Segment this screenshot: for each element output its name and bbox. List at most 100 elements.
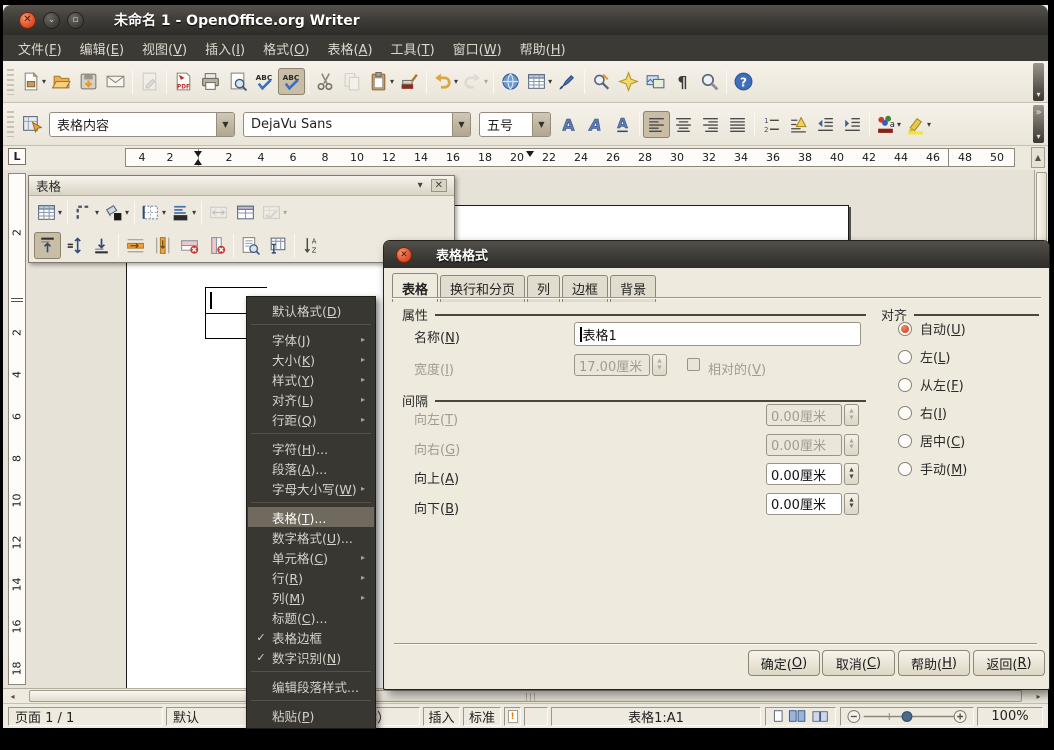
toolbar-menu-icon[interactable]: ▾ — [418, 180, 423, 191]
combo-dropdown-icon[interactable]: ▼ — [452, 112, 470, 136]
print-button[interactable] — [197, 68, 224, 95]
tt-sort-button[interactable]: AZ — [298, 232, 325, 259]
combo-dropdown-icon[interactable]: ▼ — [532, 112, 550, 136]
menu-item-caption[interactable]: 标题(C)... — [248, 607, 374, 627]
toolbar-options-icon[interactable]: ▾ — [1033, 62, 1044, 101]
menu-item-case[interactable]: 字母大小写(W) ▸ — [248, 478, 374, 498]
tt-align-top-button[interactable] — [34, 232, 61, 259]
dropdown-arrow-icon[interactable]: ▾ — [897, 120, 901, 129]
open-button[interactable] — [48, 68, 75, 95]
toolbar-grip[interactable] — [7, 68, 14, 95]
menu-item-character[interactable]: 字符(H)... — [248, 438, 374, 458]
dropdown-arrow-icon[interactable]: ▾ — [454, 77, 458, 86]
justify-button[interactable] — [724, 111, 751, 138]
menu-item-paste[interactable]: 粘贴(P) — [248, 705, 374, 725]
tt-center-vertical-button[interactable] — [61, 232, 88, 259]
radio-dot-icon[interactable] — [898, 461, 912, 476]
insert-table-button[interactable]: ▾ — [524, 68, 554, 95]
tt-insert-table-button[interactable]: ▾ — [34, 199, 64, 226]
dropdown-arrow-icon[interactable]: ▾ — [162, 208, 166, 217]
dropdown-arrow-icon[interactable]: ▾ — [548, 77, 552, 86]
menu-item-alignment[interactable]: 对齐(L) ▸ — [248, 389, 374, 409]
align-left-button[interactable] — [643, 110, 670, 138]
font-size-combo[interactable]: 五号 ▼ — [479, 111, 551, 137]
menu-item-row[interactable]: 行(R) ▸ — [248, 567, 374, 587]
tt-align-bottom-button[interactable] — [88, 232, 115, 259]
menu-编辑[interactable]: 编辑(E) — [71, 36, 133, 61]
radio-手动[interactable]: 手动(M) — [898, 459, 967, 478]
tt-background-color-button[interactable]: ▾ — [168, 199, 198, 226]
spellcheck-button[interactable]: ABC — [251, 68, 278, 95]
hyperlink-button[interactable] — [497, 68, 524, 95]
dropdown-arrow-icon[interactable]: ▾ — [283, 208, 287, 217]
maximize-icon[interactable]: ▫ — [67, 11, 84, 29]
dropdown-arrow-icon[interactable]: ▾ — [125, 208, 129, 217]
horizontal-scrollbar-thumb[interactable] — [29, 690, 1022, 702]
menu-表格[interactable]: 表格(A) — [318, 36, 381, 61]
dropdown-arrow-icon[interactable]: ▾ — [390, 77, 394, 86]
margin-marker-icon[interactable] — [194, 151, 202, 157]
toolbar-close-icon[interactable]: ✕ — [430, 179, 447, 192]
underline-button[interactable]: A — [609, 111, 636, 138]
tt-border-color-button[interactable]: ▾ — [101, 199, 131, 226]
styles-window-button[interactable] — [18, 111, 45, 138]
dropdown-arrow-icon[interactable]: ▾ — [484, 77, 488, 86]
ruler-strip[interactable]: 4 2 2 4 6 8 10 12 14 16 18 20 22 24 26 28 30 32 34 36 38 40 42… — [125, 148, 1015, 167]
paste-button[interactable]: ▾ — [366, 68, 396, 95]
status-insert-mode[interactable]: 插入 — [423, 707, 460, 726]
radio-从左[interactable]: 从左(F) — [898, 375, 964, 394]
zoom-slider[interactable] — [840, 707, 974, 726]
radio-dot-icon[interactable] — [898, 377, 912, 392]
dropdown-arrow-icon[interactable]: ▾ — [42, 77, 46, 86]
align-right-button[interactable] — [697, 111, 724, 138]
bold-button[interactable]: A — [555, 111, 582, 138]
dropdown-arrow-icon[interactable]: ▾ — [95, 208, 99, 217]
bullet-list-button[interactable] — [785, 111, 812, 138]
tt-insert-column-button[interactable] — [149, 232, 176, 259]
format-paintbrush-button[interactable] — [396, 68, 423, 95]
scroll-right-icon[interactable]: ▸ — [1032, 690, 1045, 702]
email-button[interactable] — [102, 68, 129, 95]
menu-item-default-format[interactable]: 默认格式(D) — [248, 300, 374, 320]
nonprinting-characters-button[interactable]: ¶ — [669, 68, 696, 95]
tt-delete-row-button[interactable] — [176, 232, 203, 259]
margin-marker-icon[interactable] — [194, 159, 202, 165]
dropdown-arrow-icon[interactable]: ▾ — [927, 120, 931, 129]
view-layout-buttons[interactable] — [765, 707, 836, 726]
dropdown-arrow-icon[interactable]: ▾ — [58, 208, 62, 217]
numbered-list-button[interactable]: 12 — [758, 111, 785, 138]
gallery-button[interactable] — [642, 68, 669, 95]
tt-autoformat-button[interactable] — [237, 232, 264, 259]
auto-spellcheck-button[interactable]: ABC — [278, 68, 306, 95]
help-button[interactable]: ? — [730, 68, 757, 95]
radio-dot-icon[interactable] — [898, 405, 912, 420]
menu-item-line-spacing[interactable]: 行距(Q) ▸ — [248, 409, 374, 429]
navigator-button[interactable] — [615, 68, 642, 95]
export-pdf-button[interactable]: PDF — [170, 68, 197, 95]
font-name-combo[interactable]: DejaVu Sans ▼ — [243, 111, 471, 137]
new-document-button[interactable]: ▾ — [18, 68, 48, 95]
draw-functions-button[interactable] — [554, 68, 581, 95]
tt-split-cells-button[interactable] — [232, 199, 259, 226]
radio-自动[interactable]: 自动(U) — [898, 319, 966, 338]
menu-item-edit-paragraph-style[interactable]: 编辑段落样式... — [248, 676, 374, 696]
page-preview-button[interactable] — [224, 68, 251, 95]
status-selection-mode[interactable]: 标准 — [463, 707, 501, 726]
dialog-close-icon[interactable]: ✕ — [396, 246, 412, 263]
help-button[interactable]: 帮助(H) — [898, 650, 970, 676]
radio-右[interactable]: 右(I) — [898, 403, 947, 422]
find-replace-button[interactable] — [588, 68, 615, 95]
status-page[interactable]: 页面 1 / 1 — [8, 707, 163, 726]
horizontal-scrollbar[interactable]: ◂ ▸ — [3, 688, 1048, 703]
increase-indent-button[interactable] — [839, 111, 866, 138]
scroll-up-icon[interactable]: ▲ — [1031, 147, 1045, 168]
zoom-button[interactable] — [696, 68, 723, 95]
menu-item-number-recognition[interactable]: ✓ 数字识别(N) — [248, 647, 374, 667]
menu-item-table[interactable]: 表格(T)... — [248, 507, 374, 527]
dropdown-arrow-icon[interactable]: ▾ — [192, 208, 196, 217]
toolbar-overflow-icon[interactable]: » ▾ — [1033, 105, 1044, 143]
tt-table-properties-button[interactable] — [264, 232, 291, 259]
highlighting-button[interactable]: ▾ — [903, 111, 933, 138]
table-name-input[interactable]: 表格1 — [574, 322, 861, 346]
tab-type-selector[interactable]: L — [8, 148, 26, 165]
